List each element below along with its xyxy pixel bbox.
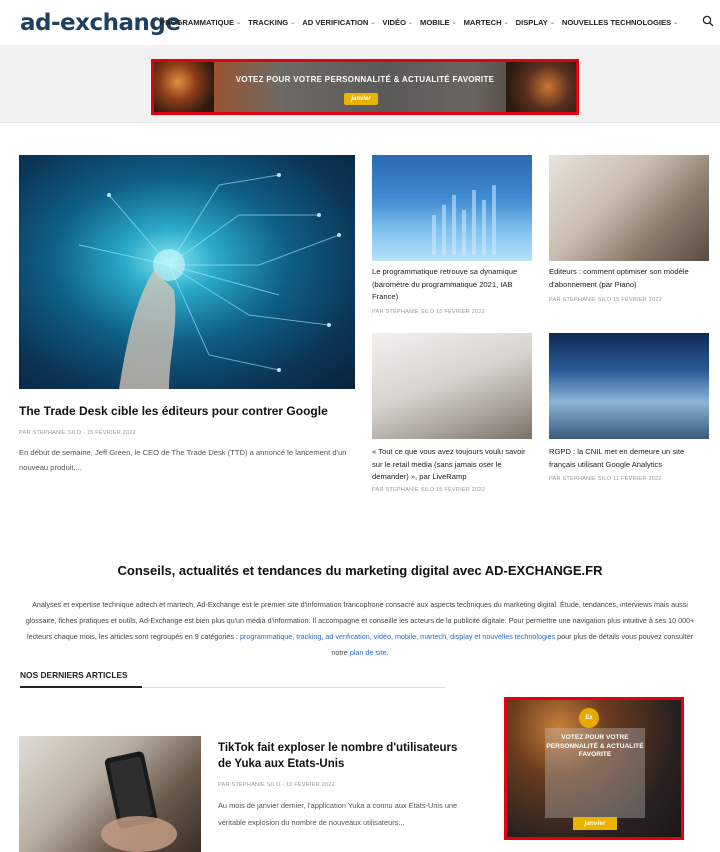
chart-graphic [432,185,496,255]
card-title[interactable]: Le programmatique retrouve sa dynamique … [372,266,534,304]
categories-link[interactable]: programmatique, tracking, ad verificatio… [240,632,555,641]
featured-image[interactable] [19,155,355,389]
card-image[interactable] [372,333,532,439]
article-excerpt: Au mois de janvier dernier, l'applicatio… [218,801,458,827]
circuit-illustration [78,173,341,389]
heading-underline [20,686,142,688]
chevron-down-icon: ⌄ [408,20,414,26]
nav-item-tracking[interactable]: TRACKING ⌄ [248,18,295,27]
chevron-down-icon: ⌄ [451,20,457,26]
card-title[interactable]: Editeurs : comment optimiser son modèle … [549,266,711,291]
trophy-image [154,62,214,112]
card-title[interactable]: RGPD : la CNIL met en demeure un site fr… [549,446,711,471]
nav-item-display[interactable]: DISPLAY ⌄ [516,18,555,27]
section-text: Analyses et expertise technique adtech e… [25,600,695,657]
main-nav: PROGRAMMATIQUE ⌄ TRACKING ⌄ AD VERIFICATIO… [160,18,685,27]
article-meta: PAR STEPHANIE SILO - 10 FÉVRIER 2022 [218,782,335,788]
trophy-image [506,62,576,112]
chevron-down-icon: ⌄ [236,20,242,26]
nav-item-programmatique[interactable]: PROGRAMMATIQUE ⌄ [160,18,241,27]
search-icon[interactable] [702,15,714,27]
card-image[interactable] [549,333,709,439]
latest-articles-heading: NOS DERNIERS ARTICLES [20,670,128,680]
card-title[interactable]: « Tout ce que vous avez toujours voulu s… [372,446,534,484]
nav-item-martech[interactable]: MARTECH ⌄ [464,18,509,27]
award-badge-icon: Ex [579,708,599,728]
banner-text: VOTEZ POUR VOTRE PERSONNALITÉ & ACTUALIT… [235,75,495,84]
featured-title[interactable]: The Trade Desk cible les éditeurs pour c… [19,404,359,418]
chevron-down-icon: ⌄ [549,20,555,26]
section-title: Conseils, actualités et tendances du mar… [117,563,603,578]
card-meta: PAR STEPHANIE SILO 15 FÉVRIER 2022 [372,309,486,315]
nav-item-video[interactable]: VIDÉO ⌄ [382,18,413,27]
top-banner-ad[interactable]: VOTEZ POUR VOTRE PERSONNALITÉ & ACTUALIT… [151,59,579,115]
article-image[interactable] [19,736,201,852]
featured-excerpt: En début de semaine, Jeff Green, le CEO … [19,448,347,472]
chevron-down-icon: ⌄ [503,20,509,26]
card-meta: PAR STEPHANIE SILO 15 FÉVRIER 2022 [549,297,663,303]
card-image[interactable] [372,155,532,261]
card-image[interactable] [549,155,709,261]
chevron-down-icon: ⌄ [370,20,376,26]
card-meta: PAR STEPHANIE SILO 15 FÉVRIER 2022 [372,487,486,493]
side-ad-text: VOTEZ POUR VOTRE PERSONNALITÉ & ACTUALIT… [546,734,644,758]
nav-item-ad-verification[interactable]: AD VERIFICATION ⌄ [302,18,375,27]
phone-illustration [101,751,177,852]
nav-item-nouvelles-technologies[interactable]: NOUVELLES TECHNOLOGIES ⌄ [562,18,678,27]
site-logo[interactable]: ad-exchange [20,10,181,36]
site-header: ad-exchange PROGRAMMATIQUE ⌄ TRACKING ⌄ AD… [0,0,720,50]
chevron-down-icon: ⌄ [673,20,679,26]
side-banner-ad[interactable]: Ex VOTEZ POUR VOTRE PERSONNALITÉ & ACTUA… [504,697,684,840]
banner-button[interactable]: janvier [344,93,378,105]
nav-item-mobile[interactable]: MOBILE ⌄ [420,18,457,27]
chevron-down-icon: ⌄ [290,20,296,26]
featured-meta: PAR STEPHANIE SILO - 15 FÉVRIER 2022 [19,430,136,436]
side-ad-button[interactable]: janvier [573,817,617,830]
card-meta: PAR STEPHANIE SILO 11 FÉVRIER 2022 [549,476,662,482]
article-title[interactable]: TikTok fait exploser le nombre d'utilisa… [218,740,458,772]
sitemap-link[interactable]: plan de site [350,648,387,657]
